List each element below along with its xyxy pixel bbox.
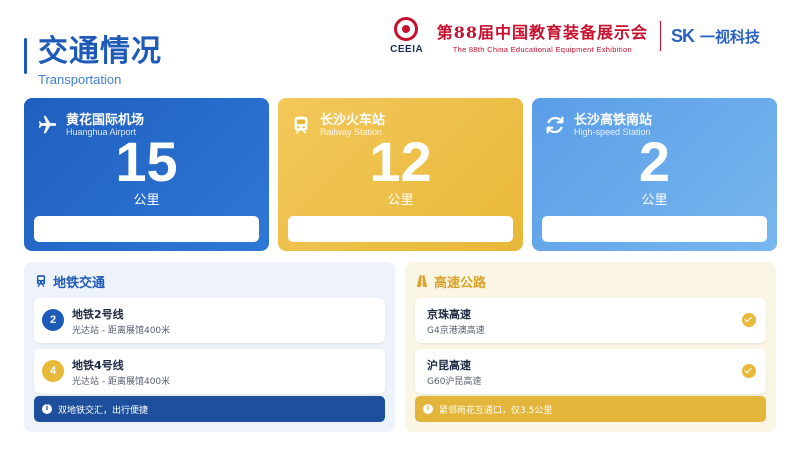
line-title: 地铁4号线 [72, 359, 124, 372]
train-icon [294, 116, 308, 134]
panel-header: 高速公路 [415, 272, 766, 291]
panel-header: 地铁交通 [34, 272, 385, 291]
notice-text: 双地铁交汇，出行便捷 [58, 405, 149, 416]
highway-notice: 紧邻雨花互通口，仅3.5公里 [415, 396, 766, 422]
list-item: 4 地铁4号线 光达站 - 距离展馆400米 [34, 349, 385, 394]
card-info-box [34, 216, 259, 242]
railway-card: 长沙火车站 Railway Station 12 公里 [278, 98, 523, 251]
line-badge: 4 [42, 360, 64, 382]
distance-value: 12 [369, 130, 432, 193]
expo-name-en: The 88th China Educational Equipment Exh… [452, 44, 632, 54]
card-title: 长沙火车站 [320, 113, 386, 128]
ceeia-text: CEEIA [390, 44, 424, 55]
expo-name: 第88届中国教育装备展示会 The 88th China Educational… [437, 19, 648, 54]
line-title: 地铁2号线 [72, 308, 124, 321]
list-item: 沪昆高速 G60沪昆高速 [415, 349, 766, 394]
info-icon [42, 403, 52, 414]
line-badge: 2 [42, 309, 64, 331]
airport-card: 黄花国际机场 Huanghua Airport 15 公里 [24, 98, 269, 251]
list-item: 2 地铁2号线 光达站 - 距离展馆400米 [34, 298, 385, 343]
distance-value: 15 [115, 130, 178, 193]
card-title: 长沙高铁南站 [574, 113, 653, 128]
road-icon [416, 275, 428, 287]
road-detail: G60沪昆高速 [427, 377, 482, 387]
title-accent-bar [24, 38, 27, 74]
page-subtitle: Transportation [38, 72, 122, 87]
line-detail: 光达站 - 距离展馆400米 [72, 326, 171, 336]
check-icon [742, 313, 756, 327]
expo-name-cn: 第88届中国教育装备展示会 [436, 22, 648, 42]
panel-title: 高速公路 [434, 275, 487, 291]
high-speed-card: 长沙高铁南站 High-speed Station 2 公里 [532, 98, 777, 251]
line-detail: 光达站 - 距离展馆400米 [72, 377, 171, 387]
ceeia-logo: CEEIA [385, 17, 429, 55]
metro-icon [36, 275, 46, 288]
check-icon [742, 364, 756, 378]
airplane-icon [38, 115, 57, 134]
metro-notice: 双地铁交汇，出行便捷 [34, 396, 385, 422]
road-title: 沪昆高速 [427, 359, 471, 372]
distance-unit: 公里 [387, 193, 414, 208]
distance-unit: 公里 [641, 193, 668, 208]
list-item: 京珠高速 G4京港澳高速 [415, 298, 766, 343]
card-info-box [542, 216, 767, 242]
distance-value: 2 [638, 130, 671, 193]
ceeia-emblem-icon [393, 17, 418, 41]
road-title: 京珠高速 [427, 308, 471, 321]
notice-text: 紧邻雨花互通口，仅3.5公里 [439, 405, 553, 416]
distance-unit: 公里 [133, 193, 160, 208]
info-icon [423, 403, 433, 414]
metro-panel: 地铁交通 2 地铁2号线 光达站 - 距离展馆400米 4 地铁4号线 光达站 … [24, 262, 395, 432]
logo-divider [659, 21, 661, 51]
road-detail: G4京港澳高速 [427, 326, 485, 336]
card-info-box [288, 216, 513, 242]
card-title: 黄花国际机场 [66, 113, 145, 128]
highway-panel: 高速公路 京珠高速 G4京港澳高速 沪昆高速 G60沪昆高速 紧邻雨花互通口，仅… [405, 262, 776, 432]
page-title: 交通情况 [38, 34, 162, 69]
brand-name: 一视科技 [699, 27, 760, 46]
refresh-icon [546, 116, 564, 134]
panel-title: 地铁交通 [53, 275, 106, 291]
header-logos: CEEIA 第88届中国教育装备展示会 The 88th China Educa… [385, 16, 760, 56]
sk-logo-icon: SK [670, 25, 695, 46]
